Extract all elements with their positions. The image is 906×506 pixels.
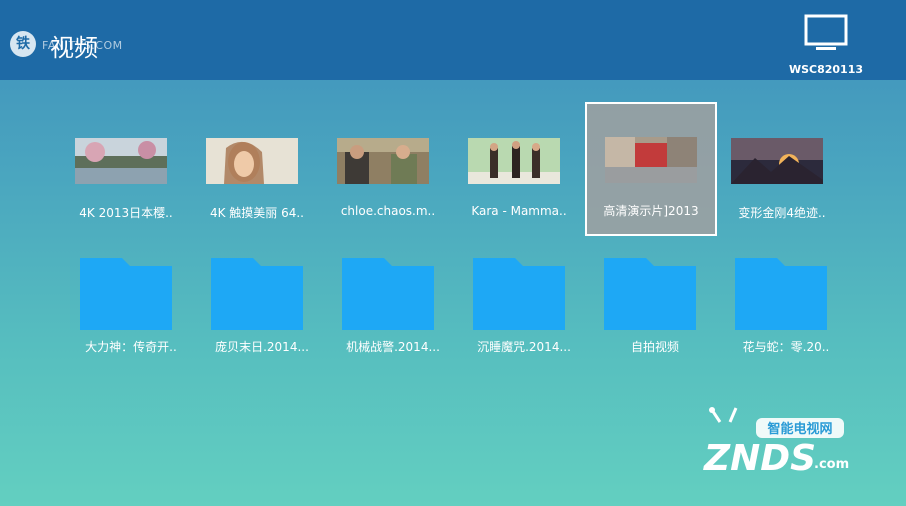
folder-icon bbox=[80, 258, 172, 330]
video-thumbnail bbox=[605, 137, 697, 183]
folder-item-4[interactable]: 沉睡魔咒.2014... bbox=[459, 258, 589, 388]
video-label: 4K 2013日本樱.. bbox=[79, 206, 173, 220]
video-thumbnail bbox=[75, 138, 167, 184]
video-item-4[interactable]: Kara - Mamma.. bbox=[454, 104, 584, 234]
folder-label: 庞贝末日.2014... bbox=[215, 340, 309, 354]
folder-icon bbox=[211, 258, 303, 330]
video-item-5-selected[interactable]: 高清演示片]2013 bbox=[585, 102, 717, 236]
monitor-icon[interactable] bbox=[804, 14, 848, 52]
video-thumbnail bbox=[337, 138, 429, 184]
video-item-3[interactable]: chloe.chaos.m.. bbox=[323, 104, 453, 234]
folder-label: 花与蛇：零.20.. bbox=[742, 340, 830, 354]
folder-label: 大力神：传奇开.. bbox=[85, 340, 177, 354]
video-thumbnail bbox=[731, 138, 823, 184]
device-name[interactable]: WSC820113 bbox=[780, 63, 872, 76]
folder-item-2[interactable]: 庞贝末日.2014... bbox=[197, 258, 327, 388]
znds-suffix: .com bbox=[814, 457, 849, 472]
video-label: 4K 触摸美丽 64.. bbox=[209, 206, 305, 220]
folder-item-3[interactable]: 机械战警.2014... bbox=[328, 258, 458, 388]
folder-label: 机械战警.2014... bbox=[346, 340, 440, 354]
folder-item-5[interactable]: 自拍视频 bbox=[590, 258, 720, 388]
video-item-1[interactable]: 4K 2013日本樱.. bbox=[61, 104, 191, 234]
znds-cn-text: 智能电视网 bbox=[767, 421, 832, 437]
page-title: 视频 bbox=[50, 34, 98, 62]
folder-item-6[interactable]: 花与蛇：零.20.. bbox=[721, 258, 851, 388]
video-label: 变形金刚4绝迹.. bbox=[738, 206, 826, 220]
top-bar: 铁 FAN TVS.COM 视频 WSC820113 bbox=[0, 0, 906, 80]
video-label: chloe.chaos.m.. bbox=[340, 204, 436, 218]
app-logo-icon: 铁 bbox=[10, 31, 36, 57]
folder-icon bbox=[342, 258, 434, 330]
video-item-2[interactable]: 4K 触摸美丽 64.. bbox=[192, 104, 322, 234]
folder-item-1[interactable]: 大力神：传奇开.. bbox=[66, 258, 196, 388]
video-thumbnail bbox=[206, 138, 298, 184]
video-item-6[interactable]: 变形金刚4绝迹.. bbox=[717, 104, 847, 234]
folder-icon bbox=[604, 258, 696, 330]
video-label: 高清演示片]2013 bbox=[603, 204, 699, 218]
znds-logo: 智能电视网 ZNDS .com bbox=[703, 407, 849, 479]
folder-icon bbox=[735, 258, 827, 330]
folder-label: 沉睡魔咒.2014... bbox=[477, 340, 571, 354]
folder-icon bbox=[473, 258, 565, 330]
video-thumbnail bbox=[468, 138, 560, 184]
znds-text: ZNDS bbox=[703, 438, 816, 479]
video-label: Kara - Mamma.. bbox=[471, 204, 567, 218]
folder-label: 自拍视频 bbox=[630, 340, 679, 354]
